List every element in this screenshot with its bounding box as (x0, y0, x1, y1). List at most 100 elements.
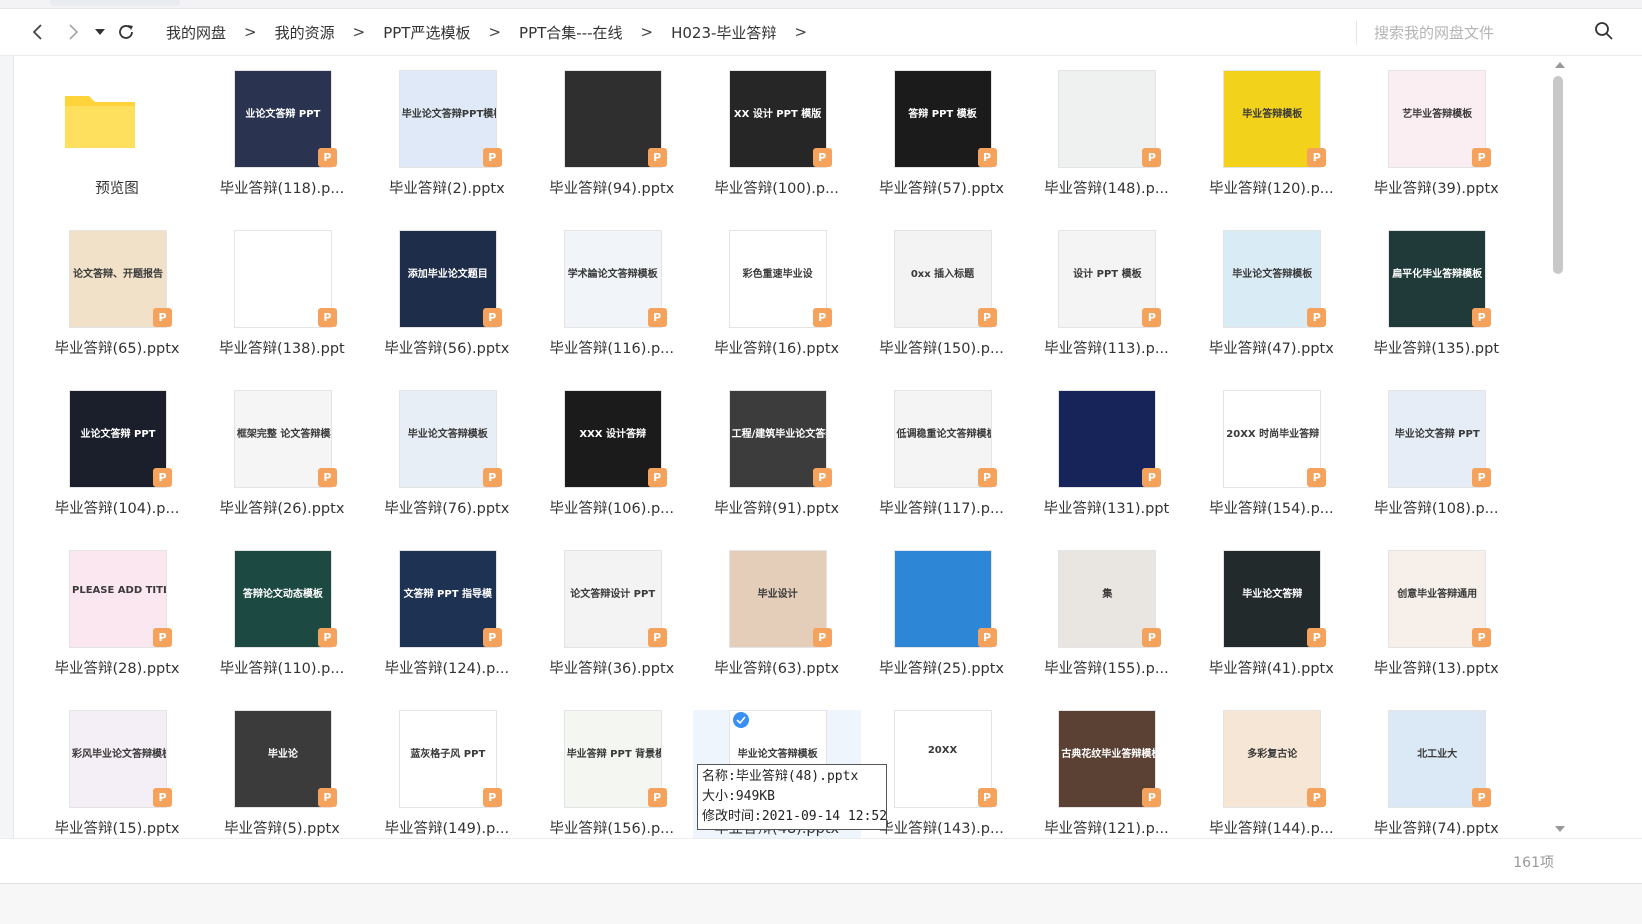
ppt-badge-icon: P (812, 468, 832, 487)
file-item[interactable]: 创意毕业答辩通用 P 毕业答辩(13).pptx (1352, 550, 1520, 690)
breadcrumb-separator: > (488, 23, 502, 41)
thumbnail-title: 毕业答辩 PPT 背景模板 (566, 749, 661, 760)
scroll-thumb[interactable] (1553, 76, 1563, 274)
file-item[interactable]: 20XX 时尚毕业答辩 PPT 模板 P 毕业答辩(154).p... (1187, 390, 1355, 530)
file-name: 毕业答辩(149).p... (384, 821, 510, 837)
file-item[interactable]: 艺毕业答辩模板 P 毕业答辩(39).pptx (1352, 70, 1520, 210)
ppt-badge-icon: P (1472, 308, 1492, 327)
file-item[interactable]: 集 P 毕业答辩(155).p... (1022, 550, 1190, 690)
file-item[interactable]: 毕业论文答辩模板 P 毕业答辩(47).pptx (1187, 230, 1355, 370)
file-item[interactable]: 框架完整 论文答辩模板 P 毕业答辩(26).pptx (198, 390, 366, 530)
breadcrumb-item-current-folder[interactable]: H023-毕业答辩 (671, 22, 776, 43)
file-thumbnail: 论文答辩设计 PPT (563, 550, 662, 648)
thumbnail-title: 答辩 PPT 模板 (908, 109, 977, 120)
file-item[interactable]: 毕业论 P 毕业答辩(5).pptx (198, 710, 366, 850)
file-item[interactable]: 彩风毕业论文答辩模板 P 毕业答辩(15).pptx (33, 710, 201, 850)
file-name: 预览图 (95, 181, 139, 197)
file-thumbnail: 毕业设计 (728, 550, 827, 648)
file-item[interactable]: 古典花纹毕业答辩模板 P 毕业答辩(121).p... (1022, 710, 1190, 850)
file-item[interactable]: 答辩 PPT 模板 P 毕业答辩(57).pptx (858, 70, 1026, 210)
ppt-badge-icon: P (647, 308, 667, 327)
file-item[interactable]: 毕业答辩 PPT 背景模板 P 毕业答辩(156).p... (528, 710, 696, 850)
thumbnail-title: 多彩复古论 (1247, 749, 1298, 760)
ppt-badge-icon: P (1307, 628, 1327, 647)
thumbnail-title: 学术論论文答辩模板 (567, 269, 658, 280)
folder-item[interactable]: 预览图 (33, 70, 201, 210)
refresh-button[interactable] (115, 21, 137, 43)
file-item[interactable]: P 毕业答辩(25).pptx (858, 550, 1026, 690)
thumbnail-title: 毕业论文答辩模板 (1232, 269, 1313, 280)
search-input[interactable] (1372, 17, 1596, 49)
tooltip-size: 大小:949KB (702, 789, 775, 804)
file-item[interactable]: P 毕业答辩(131).ppt (1022, 390, 1190, 530)
thumbnail-title: 毕业论 (267, 749, 298, 760)
breadcrumb-item-my-disk[interactable]: 我的网盘 (166, 22, 226, 43)
ppt-badge-icon: P (317, 628, 337, 647)
vertical-scrollbar[interactable] (1551, 58, 1567, 836)
breadcrumb-item-ppt-templates[interactable]: PPT严选模板 (383, 22, 470, 43)
file-item[interactable]: XX 设计 PPT 模版 P 毕业答辩(100).p... (693, 70, 861, 210)
history-dropdown-button[interactable] (91, 21, 109, 43)
file-item[interactable]: 彩色重速毕业设 P 毕业答辩(16).pptx (693, 230, 861, 370)
ppt-badge-icon: P (1472, 628, 1492, 647)
ppt-badge-icon: P (647, 788, 667, 807)
file-item[interactable]: 业论文答辩 PPT P 毕业答辩(118).p... (198, 70, 366, 210)
file-item[interactable]: P 毕业答辩(148).p... (1022, 70, 1190, 210)
file-item[interactable]: 毕业论文答辩 PPT P 毕业答辩(108).p... (1352, 390, 1520, 530)
back-button[interactable] (27, 21, 49, 43)
search-icon (1595, 22, 1613, 40)
bottom-strip (0, 883, 1642, 924)
thumbnail-title: 毕业论文答辩 PPT (1394, 429, 1480, 440)
file-item[interactable]: XXX 设计答辩 P 毕业答辩(106).p... (528, 390, 696, 530)
ppt-badge-icon: P (317, 468, 337, 487)
thumbnail-title: 毕业论文答辩 (1242, 589, 1303, 600)
file-item[interactable]: 设计 PPT 模板 P 毕业答辩(113).p... (1022, 230, 1190, 370)
file-item[interactable]: 答辩论文动态模板 P 毕业答辩(110).p... (198, 550, 366, 690)
ppt-badge-icon: P (1472, 148, 1492, 167)
file-item[interactable]: 论文答辩设计 PPT P 毕业答辩(36).pptx (528, 550, 696, 690)
file-item[interactable]: 毕业答辩模板 P 毕业答辩(120).p... (1187, 70, 1355, 210)
file-item[interactable]: PLEASE ADD TITLE P 毕业答辩(28).pptx (33, 550, 201, 690)
thumbnail-title: 业论文答辩 PPT (245, 109, 321, 120)
file-item[interactable]: 北工业大 P 毕业答辩(74).pptx (1352, 710, 1520, 850)
file-item[interactable]: 学术論论文答辩模板 P 毕业答辩(116).p... (528, 230, 696, 370)
ppt-badge-icon: P (1142, 148, 1162, 167)
file-item[interactable]: 毕业论文答辩模板 P 毕业答辩(76).pptx (363, 390, 531, 530)
file-name: 毕业答辩(5).pptx (223, 821, 340, 837)
file-item[interactable]: 蓝灰格子风 PPT P 毕业答辩(149).p... (363, 710, 531, 850)
file-item[interactable]: 添加毕业论文题目 P 毕业答辩(56).pptx (363, 230, 531, 370)
file-thumbnail: 彩色重速毕业设 (728, 230, 827, 328)
file-name: 毕业答辩(110).p... (219, 661, 345, 677)
file-item[interactable]: 多彩复古论 P 毕业答辩(144).p... (1187, 710, 1355, 850)
file-name: 毕业答辩(117).p... (879, 501, 1004, 517)
file-item[interactable]: 文答辩 PPT 指导模 P 毕业答辩(124).p... (363, 550, 531, 690)
breadcrumb-item-my-resources[interactable]: 我的资源 (275, 22, 335, 43)
file-item[interactable]: 毕业论文答辩PPT模板 P 毕业答辩(2).pptx (363, 70, 531, 210)
thumbnail-title: 毕业论文答辩模板 (407, 429, 488, 440)
search-button[interactable] (1594, 21, 1616, 43)
file-item[interactable]: 0xx 插入标题 P 毕业答辩(150).p... (858, 230, 1026, 370)
ppt-badge-icon: P (1307, 148, 1327, 167)
file-name: 毕业答辩(28).pptx (54, 661, 180, 677)
file-item[interactable]: 论文答辩、开题报告 P 毕业答辩(65).pptx (33, 230, 201, 370)
file-item[interactable]: 业论文答辩 PPT P 毕业答辩(104).p... (33, 390, 201, 530)
forward-icon (69, 24, 79, 40)
file-item[interactable]: P 毕业答辩(138).ppt (198, 230, 366, 370)
breadcrumb-item-ppt-collection[interactable]: PPT合集---在线 (519, 22, 623, 43)
scroll-down-arrow[interactable] (1555, 826, 1565, 832)
ppt-badge-icon: P (647, 148, 667, 167)
file-name: 毕业答辩(108).p... (1373, 501, 1499, 517)
file-name: 毕业答辩(144).p... (1208, 821, 1334, 837)
scroll-up-arrow[interactable] (1555, 62, 1565, 68)
file-item[interactable]: 工程/建筑毕业论文答辩 P 毕业答辩(91).pptx (693, 390, 861, 530)
forward-button[interactable] (62, 21, 84, 43)
file-item[interactable]: 低调稳重论文答辩模板 P 毕业答辩(117).p... (858, 390, 1026, 530)
file-thumbnail: 0xx 插入标题 (893, 230, 992, 328)
thumbnail-title: 艺毕业答辩模板 (1402, 109, 1473, 120)
file-thumbnail (563, 70, 662, 168)
file-item[interactable]: 毕业论文答辩 P 毕业答辩(41).pptx (1187, 550, 1355, 690)
select-checkbox-icon[interactable] (732, 712, 749, 728)
file-item[interactable]: 扁平化毕业答辩模板 P 毕业答辩(135).ppt (1352, 230, 1520, 370)
file-item[interactable]: 毕业设计 P 毕业答辩(63).pptx (693, 550, 861, 690)
file-item[interactable]: P 毕业答辩(94).pptx (528, 70, 696, 210)
